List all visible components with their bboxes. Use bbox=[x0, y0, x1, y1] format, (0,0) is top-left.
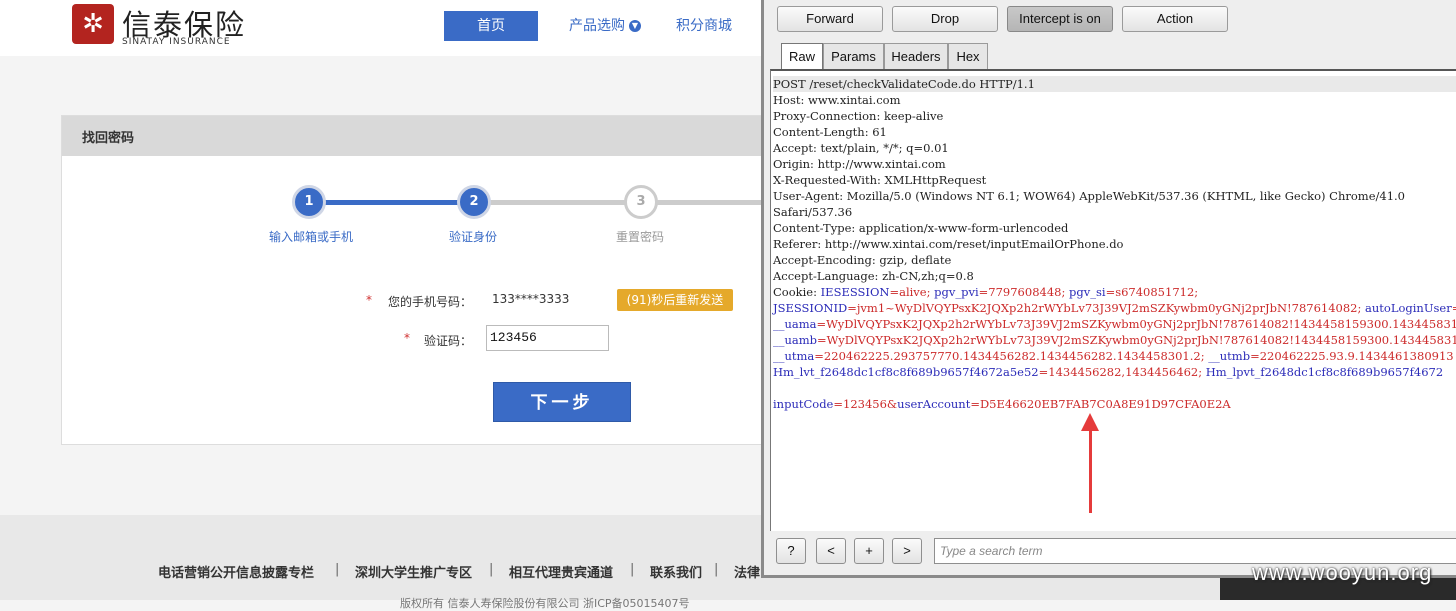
tab-raw[interactable]: Raw bbox=[781, 43, 823, 70]
logo-name-en: SINATAY INSURANCE bbox=[122, 37, 231, 47]
progress-line-done bbox=[312, 200, 474, 205]
param-name: pgv_pvi bbox=[934, 285, 979, 299]
header-line: Referer: http://www.xintai.com/reset/inp… bbox=[773, 237, 1124, 251]
param-value: =220462225.293757770.1434456282.14344562… bbox=[814, 349, 1209, 363]
raw-request-editor[interactable]: POST /reset/checkValidateCode.do HTTP/1.… bbox=[770, 69, 1456, 531]
step-3-circle: 3 bbox=[624, 185, 658, 219]
footer-link-students[interactable]: 深圳大学生推广专区 bbox=[355, 562, 472, 581]
nav-products-label: 产品选购 bbox=[569, 18, 625, 34]
footer-separator: | bbox=[335, 562, 340, 577]
footer-separator: | bbox=[489, 562, 494, 577]
help-button[interactable]: ? bbox=[776, 538, 806, 564]
nav-points-mall[interactable]: 积分商城 bbox=[676, 11, 732, 41]
footer-link-disclosure[interactable]: 电话营销公开信息披露专栏 bbox=[158, 562, 314, 581]
param-value: =s6740851712; bbox=[1105, 285, 1199, 299]
resend-code-button[interactable]: (91)秒后重新发送 bbox=[617, 289, 733, 311]
footer-copyright: 版权所有 信泰人寿保险股份有限公司 浙ICP备05015407号 bbox=[400, 597, 690, 610]
next-step-button[interactable]: 下一步 bbox=[493, 382, 631, 422]
cookie-line: Cookie: IESESSION=alive; pgv_pvi=7797608… bbox=[773, 284, 1198, 300]
param-name: __utmb bbox=[1208, 349, 1251, 363]
param-value: =123456& bbox=[833, 397, 898, 411]
header-line: Accept-Encoding: gzip, deflate bbox=[773, 253, 952, 267]
phone-label: 您的手机号码： bbox=[388, 295, 473, 309]
next-match-button[interactable]: > bbox=[892, 538, 922, 564]
burp-intercept-window: Forward Drop Intercept is on Action Raw … bbox=[761, 0, 1456, 578]
nav-home[interactable]: 首页 bbox=[444, 11, 538, 41]
drop-button[interactable]: Drop bbox=[892, 6, 998, 32]
param-value: =WyDlVQYPsxK2JQXp2h2rWYbLv73J39VJ2mSZKyw… bbox=[817, 333, 1456, 347]
footer-separator: | bbox=[714, 562, 719, 577]
verification-code-input[interactable]: 123456 bbox=[486, 325, 609, 351]
param-value: =jvm1~WyDlVQYPsxK2JQXp2h2rWYbLv73J39VJ2m… bbox=[847, 301, 1366, 315]
header-line: Content-Type: application/x-www-form-url… bbox=[773, 221, 1069, 235]
step-3-label: 重置密码 bbox=[616, 230, 665, 244]
footer-link-agency[interactable]: 相互代理贵宾通道 bbox=[509, 562, 613, 581]
cookie-line: __uama=WyDlVQYPsxK2JQXp2h2rWYbLv73J39VJ2… bbox=[773, 316, 1456, 332]
param-name: pgv_si bbox=[1069, 285, 1106, 299]
header-line: Content-Length: 61 bbox=[773, 125, 887, 139]
header-line: User-Agent: Mozilla/5.0 (Windows NT 6.1;… bbox=[773, 189, 1405, 203]
header-line: Proxy-Connection: keep-alive bbox=[773, 109, 944, 123]
param-name: inputCode bbox=[773, 397, 834, 411]
param-value: =WyDlVQYPsxK2JQXp2h2rWYbLv73J39VJ2mSZKyw… bbox=[816, 317, 1456, 331]
step-2-circle: 2 bbox=[457, 185, 491, 219]
nav-products[interactable]: 产品选购 ▼ bbox=[569, 11, 641, 41]
param-name: userAccount bbox=[897, 397, 971, 411]
param-value: =; bbox=[1452, 301, 1456, 315]
param-value: =220462225.93.9.1434461380913 bbox=[1250, 349, 1454, 363]
param-name: IESESSION bbox=[820, 285, 890, 299]
step-1-circle: 1 bbox=[292, 185, 326, 219]
param-name: __utma bbox=[773, 349, 815, 363]
param-name: __uamb bbox=[773, 333, 818, 347]
cookie-line: Hm_lvt_f2648dc1cf8c8f689b9657f4672a5e52=… bbox=[773, 364, 1443, 380]
param-value: =7797608448; bbox=[978, 285, 1069, 299]
header-line: Host: www.xintai.com bbox=[773, 93, 901, 107]
header-line: Safari/537.36 bbox=[773, 205, 853, 219]
forward-button[interactable]: Forward bbox=[777, 6, 883, 32]
header-line: Accept: text/plain, */*; q=0.01 bbox=[773, 141, 949, 155]
step-2-label: 验证身份 bbox=[449, 230, 498, 244]
cookie-line: JSESSIONID=jvm1~WyDlVQYPsxK2JQXp2h2rWYbL… bbox=[773, 300, 1456, 316]
step-1-label: 输入邮箱或手机 bbox=[269, 230, 354, 244]
intercept-toggle-button[interactable]: Intercept is on bbox=[1007, 6, 1113, 32]
header-line: Origin: http://www.xintai.com bbox=[773, 157, 946, 171]
add-button[interactable]: + bbox=[854, 538, 884, 564]
logo-dragon-icon: ✲ bbox=[72, 4, 114, 44]
header-line: Accept-Language: zh-CN,zh;q=0.8 bbox=[773, 269, 974, 283]
tab-headers[interactable]: Headers bbox=[884, 43, 948, 69]
phone-value: 133****3333 bbox=[492, 292, 570, 306]
footer-link-contact[interactable]: 联系我们 bbox=[650, 562, 702, 581]
password-recovery-panel: 找回密码 1 2 3 输入邮箱或手机 验证身份 重置密码 * 您的手机号码： 1… bbox=[61, 115, 774, 445]
param-name: JSESSIONID bbox=[773, 301, 848, 315]
param-value: =1434456282,1434456462; bbox=[1038, 365, 1206, 379]
param-name: autoLoginUser bbox=[1365, 301, 1452, 315]
tab-hex[interactable]: Hex bbox=[948, 43, 988, 69]
chevron-down-icon: ▼ bbox=[629, 20, 641, 32]
param-name: Hm_lvt_f2648dc1cf8c8f689b9657f4672a5e52 bbox=[773, 365, 1039, 379]
required-mark: * bbox=[366, 293, 372, 307]
cookie-line: __uamb=WyDlVQYPsxK2JQXp2h2rWYbLv73J39VJ2… bbox=[773, 332, 1456, 348]
logo[interactable]: ✲ 信泰保险 SINATAY INSURANCE bbox=[72, 4, 252, 48]
action-button[interactable]: Action bbox=[1122, 6, 1228, 32]
panel-header: 找回密码 bbox=[62, 116, 770, 156]
panel-title: 找回密码 bbox=[82, 131, 135, 146]
header-line: X-Requested-With: XMLHttpRequest bbox=[773, 173, 987, 187]
param-name: __uama bbox=[773, 317, 817, 331]
param-name: Hm_lpvt_f2648dc1cf8c8f689b9657f4672 bbox=[1205, 365, 1444, 379]
code-label: 验证码： bbox=[424, 334, 473, 348]
cookie-line: __utma=220462225.293757770.1434456282.14… bbox=[773, 348, 1454, 364]
required-mark: * bbox=[404, 331, 410, 345]
request-line: POST /reset/checkValidateCode.do HTTP/1.… bbox=[773, 76, 1456, 92]
param-value: =alive; bbox=[889, 285, 935, 299]
watermark: www.wooyun.org bbox=[1252, 560, 1433, 585]
tab-params[interactable]: Params bbox=[823, 43, 884, 69]
header-key: Cookie: bbox=[773, 285, 821, 299]
param-value: =D5E46620EB7FAB7C0A8E91D97CFA0E2A bbox=[970, 397, 1231, 411]
annotation-arrow-shaft bbox=[1089, 421, 1092, 513]
footer-link-legal[interactable]: 法律 bbox=[734, 562, 760, 581]
footer-separator: | bbox=[630, 562, 635, 577]
request-body-line: inputCode=123456&userAccount=D5E46620EB7… bbox=[773, 396, 1231, 412]
previous-match-button[interactable]: < bbox=[816, 538, 846, 564]
